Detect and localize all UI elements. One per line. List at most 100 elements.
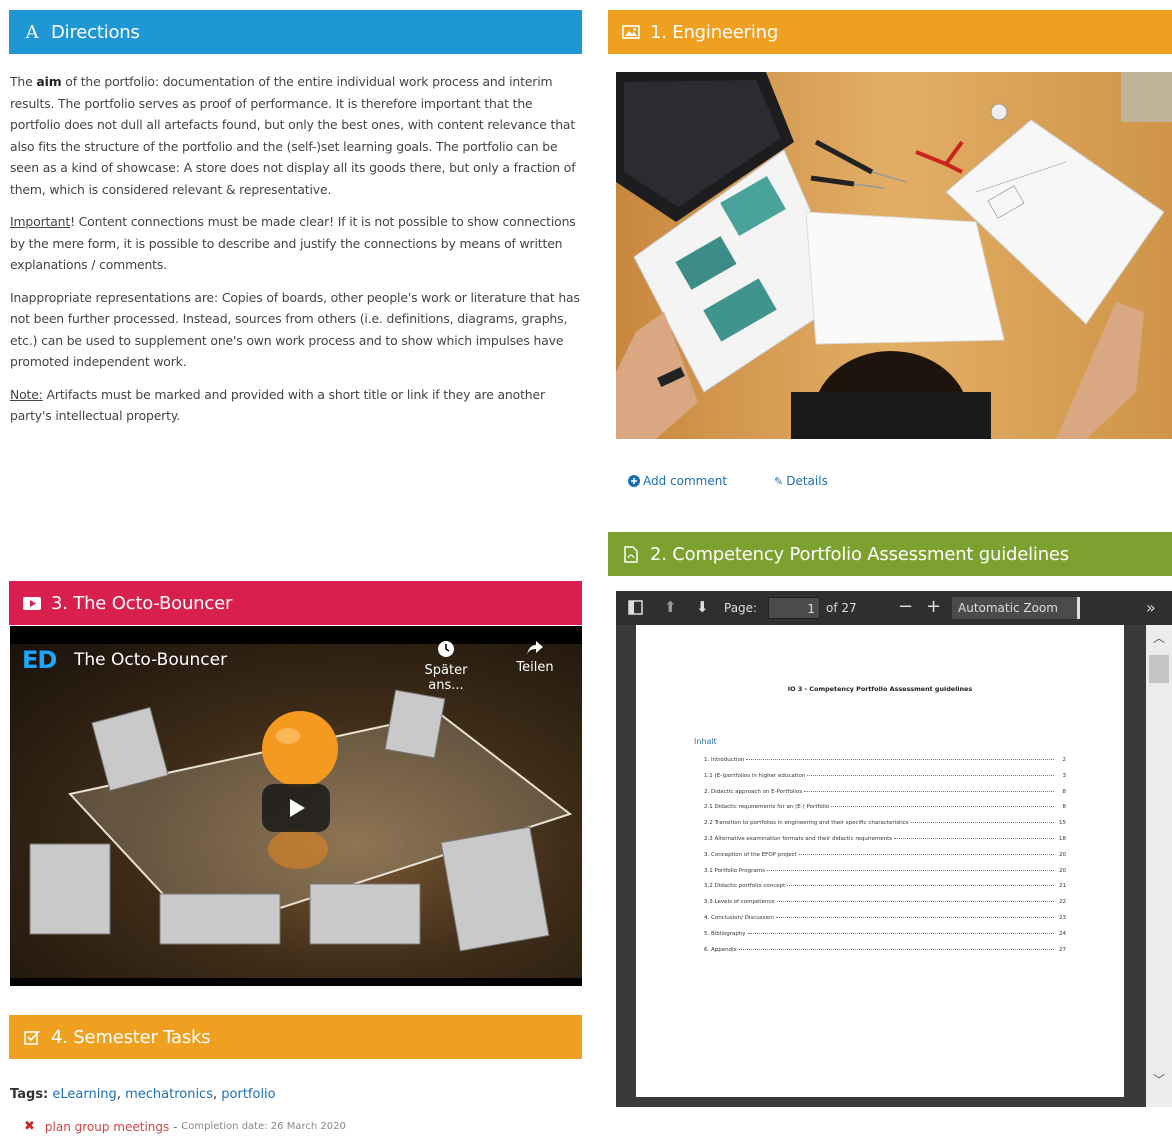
toc-row-title: 3. Conception of the EFOP project (704, 851, 797, 858)
video-icon (21, 596, 43, 610)
video-player[interactable]: ED The Octo-Bouncer Später ans... Teilen (10, 626, 582, 986)
toc-row-title: 3.2 Didactic portfolio concept (704, 883, 786, 890)
directions-paragraph-inappropriate: Inappropriate representations are: Copie… (10, 289, 580, 370)
toc-row-page: 24 (1059, 930, 1066, 937)
toc-row-page: 2 (1062, 757, 1067, 763)
toc-row-page: 21 (1059, 883, 1066, 890)
scroll-up-icon[interactable]: ︿ (1153, 629, 1165, 646)
image-icon (620, 25, 642, 39)
pdf-scrollbar[interactable]: ︿ ﹀ (1146, 625, 1172, 1107)
add-comment-label: Add comment (643, 474, 728, 488)
toc-row-page: 20 (1059, 851, 1066, 858)
pdf-page: IO 3 - Competency Portfolio Assessment g… (636, 625, 1124, 1097)
play-icon (290, 799, 305, 817)
page-label: Page: (724, 601, 758, 615)
tags-label: Tags: (10, 1087, 49, 1102)
toc-row[interactable]: 2.1 Didactic requirements for an (E-) Po… (704, 796, 1066, 810)
sidebar-toggle-icon[interactable] (628, 600, 643, 618)
toc-row-page: 18 (1059, 836, 1066, 842)
competency-title: 2. Competency Portfolio Assessment guide… (650, 543, 1069, 565)
toc-row[interactable]: 3.3 Levels of competence 22 (704, 891, 1066, 905)
toc-row-page: 22 (1059, 899, 1066, 906)
zoom-in-button[interactable]: + (926, 596, 941, 617)
toc-row-title: 2.3 Alternative examination formats and … (704, 836, 893, 842)
pdf-toc-heading: Inhalt (694, 737, 717, 746)
details-label: Details (786, 474, 828, 488)
scroll-thumb[interactable] (1149, 655, 1169, 683)
toc-row[interactable]: 4. Conclusion/ Discussion 23 (704, 907, 1066, 921)
toc-row[interactable]: 1.1 (E-)portfolios in higher education 3 (704, 765, 1066, 779)
toc-row-title: 2. Didactic approach on E-Portfolios (704, 788, 803, 795)
toc-row-title: 1.1 (E-)portfolios in higher education (704, 772, 806, 779)
pdf-viewer: ⬆ ⬇ Page: 1 of 27 − + Automatic Zoom » I… (616, 591, 1172, 1107)
directions-paragraph-note: Note: Artifacts must be marked and provi… (10, 386, 545, 424)
pencil-icon: ✎ (774, 474, 784, 488)
share-button[interactable]: Teilen (510, 640, 560, 675)
toc-row[interactable]: 2. Didactic approach on E-Portfolios 8 (704, 781, 1066, 795)
cross-icon: ✖ (24, 1119, 35, 1134)
watch-later-button[interactable]: Später ans... (406, 640, 486, 693)
pdf-toolbar: ⬆ ⬇ Page: 1 of 27 − + Automatic Zoom » (616, 591, 1172, 625)
toc-row-page: 20 (1059, 867, 1066, 874)
tags-row: Tags: eLearning, mechatronics, portfolio (10, 1087, 276, 1102)
previous-page-icon[interactable]: ⬆ (664, 598, 677, 616)
page-number-input[interactable]: 1 (768, 597, 820, 619)
directions-paragraph-aim: The aim of the portfolio: documentation … (10, 74, 576, 197)
tasks-title: 4. Semester Tasks (51, 1026, 211, 1048)
scroll-down-icon[interactable]: ﹀ (1153, 1071, 1165, 1088)
toc-row[interactable]: 5. Bibliography 24 (704, 923, 1066, 937)
toc-row-page: 23 (1059, 915, 1066, 921)
zoom-select[interactable]: Automatic Zoom (952, 597, 1080, 619)
toc-row-title: 5. Bibliography (704, 930, 746, 937)
toc-row-page: 8 (1062, 804, 1067, 811)
pdf-document-title: IO 3 - Competency Portfolio Assessment g… (787, 685, 973, 693)
octo-header: 3. The Octo-Bouncer (9, 581, 582, 625)
toc-row-title: 6. Appendix (704, 946, 737, 953)
engineering-header: 1. Engineering (608, 10, 1172, 54)
watch-later-label: Später ans... (424, 663, 468, 693)
add-comment-button[interactable]: Add comment (628, 474, 727, 488)
toc-row[interactable]: 6. Appendix 27 (704, 939, 1066, 953)
pdf-file-icon (620, 545, 642, 563)
directions-paragraph-important: Important! Content connections must be m… (10, 214, 576, 272)
toc-row-title: 1. Introduction (704, 757, 745, 763)
toc-row[interactable]: 2.2 Transition to portfolios in engineer… (704, 812, 1066, 826)
task-completion-date: Completion date: 26 March 2020 (181, 1121, 346, 1132)
competency-header: 2. Competency Portfolio Assessment guide… (608, 532, 1172, 576)
toc-row-title: 4. Conclusion/ Discussion (704, 915, 774, 921)
engineering-title: 1. Engineering (650, 21, 779, 43)
toc-row[interactable]: 3. Conception of the EFOP project 20 (704, 844, 1066, 858)
share-icon (510, 640, 560, 660)
zoom-out-button[interactable]: − (898, 596, 913, 617)
directions-title: Directions (51, 21, 140, 43)
toc-row-page: 27 (1059, 946, 1066, 953)
video-title[interactable]: The Octo-Bouncer (74, 650, 227, 670)
tasks-header: 4. Semester Tasks (9, 1015, 582, 1059)
play-button[interactable] (262, 784, 330, 832)
page-total: of 27 (826, 601, 857, 615)
next-page-icon[interactable]: ⬇ (696, 598, 709, 616)
details-button[interactable]: ✎ Details (774, 474, 828, 488)
toc-row[interactable]: 1. Introduction 2 (704, 749, 1066, 763)
plus-circle-icon (628, 475, 640, 487)
task-link[interactable]: plan group meetings (45, 1120, 169, 1134)
toc-row-title: 2.1 Didactic requirements for an (E-) Po… (704, 804, 830, 811)
toc-row[interactable]: 3.2 Didactic portfolio concept 21 (704, 875, 1066, 889)
octo-title: 3. The Octo-Bouncer (51, 592, 233, 614)
more-tools-icon[interactable]: » (1146, 598, 1156, 617)
task-item: ✖ plan group meetings - Completion date:… (24, 1119, 346, 1134)
share-label: Teilen (516, 660, 554, 675)
toc-row[interactable]: 3.1 Portfolio Programs 20 (704, 860, 1066, 874)
checkbox-icon (21, 1029, 43, 1045)
tag-portfolio[interactable]: portfolio (221, 1087, 275, 1102)
tag-mechatronics[interactable]: mechatronics (125, 1087, 213, 1102)
toc-row-title: 3.1 Portfolio Programs (704, 867, 765, 874)
toc-row-title: 2.2 Transition to portfolios in engineer… (704, 820, 909, 827)
channel-logo[interactable]: ED (22, 646, 57, 674)
tag-elearning[interactable]: eLearning (52, 1087, 116, 1102)
engineering-photo (616, 72, 1172, 439)
toc-row-page: 8 (1062, 788, 1067, 795)
directions-text: The aim of the portfolio: documentation … (10, 71, 582, 438)
toc-row-page: 3 (1062, 772, 1067, 779)
toc-row[interactable]: 2.3 Alternative examination formats and … (704, 828, 1066, 842)
